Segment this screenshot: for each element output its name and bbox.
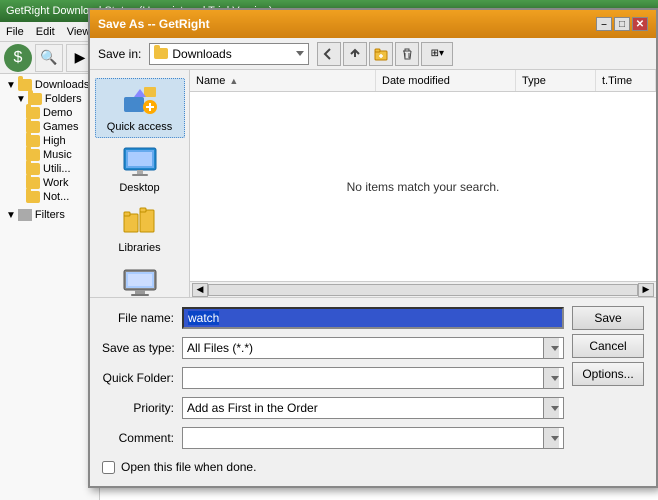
filename-row: File name: (102, 306, 564, 330)
priority-value: Add as First in the Order (187, 401, 543, 415)
dialog-titlebar: Save As -- GetRight – □ ✕ (90, 10, 656, 38)
file-list: Name ▲ Date modified Type t.Time No item… (190, 70, 656, 297)
comment-label: Comment: (102, 431, 182, 445)
saveastype-value: All Files (*.*) (187, 341, 543, 355)
empty-message: No items match your search. (347, 180, 500, 194)
libraries-icon (122, 206, 158, 240)
tree-games[interactable]: Games (4, 120, 95, 134)
options-button[interactable]: Options... (572, 362, 644, 386)
maximize-button[interactable]: □ (614, 17, 630, 31)
col-name-header[interactable]: Name ▲ (190, 70, 376, 91)
new-folder-button[interactable] (369, 42, 393, 66)
tree-music[interactable]: Music (4, 148, 95, 162)
comment-dropdown[interactable] (182, 427, 564, 449)
dialog-title: Save As -- GetRight (98, 17, 210, 31)
saveastype-label: Save as type: (102, 341, 182, 355)
tree-filters[interactable]: ▼ Filters (4, 208, 95, 222)
priority-row: Priority: Add as First in the Order (102, 396, 564, 420)
priority-label: Priority: (102, 401, 182, 415)
cancel-button[interactable]: Cancel (572, 334, 644, 358)
nav-up-button[interactable] (343, 42, 367, 66)
scroll-left-button[interactable]: ◀ (192, 283, 208, 297)
file-list-header: Name ▲ Date modified Type t.Time (190, 70, 656, 92)
dialog-toolbar: Save in: Downloads (90, 38, 656, 70)
quickfolder-label: Quick Folder: (102, 371, 182, 385)
quick-access-sidebar: Quick access Desktop (90, 70, 190, 297)
checkbox-row: Open this file when done. (102, 456, 644, 478)
horizontal-scrollbar[interactable]: ◀ ▶ (190, 281, 656, 297)
tree-high[interactable]: High (4, 134, 95, 148)
quickfolder-arrow-icon[interactable] (543, 368, 559, 388)
minimize-button[interactable]: – (596, 17, 612, 31)
sort-arrow-icon: ▲ (229, 76, 238, 86)
close-button[interactable]: ✕ (632, 17, 648, 31)
sidebar-item-quick-access[interactable]: Quick access (95, 78, 185, 138)
quickfolder-row: Quick Folder: (102, 366, 564, 390)
savein-folder-icon (154, 48, 168, 59)
libraries-label: Libraries (118, 242, 160, 254)
priority-dropdown[interactable]: Add as First in the Order (182, 397, 564, 419)
tree-work[interactable]: Work (4, 176, 95, 190)
savein-value: Downloads (172, 47, 292, 61)
sidebar-item-this-pc[interactable]: This PC (95, 262, 185, 297)
tree-demo[interactable]: Demo (4, 106, 95, 120)
toolbar-icon-1[interactable]: $ (4, 44, 32, 72)
bg-sidebar: ▼ Downloads ▼ Folders Demo Games High (0, 74, 100, 500)
tree-not[interactable]: Not... (4, 190, 95, 204)
file-list-body: No items match your search. (190, 92, 656, 281)
menu-view[interactable]: View (67, 26, 91, 38)
toolbar-icon-2[interactable]: 🔍 (35, 44, 63, 72)
dialog-main: Quick access Desktop (90, 70, 656, 297)
open-when-done-label[interactable]: Open this file when done. (121, 460, 256, 474)
form-with-buttons: File name: Save as type: All Files (*.*) (102, 306, 644, 456)
quickfolder-dropdown[interactable] (182, 367, 564, 389)
open-when-done-checkbox[interactable] (102, 461, 115, 474)
saveastype-dropdown[interactable]: All Files (*.*) (182, 337, 564, 359)
save-button[interactable]: Save (572, 306, 644, 330)
savein-arrow-icon (296, 51, 304, 56)
tree-downloads[interactable]: ▼ Downloads (4, 78, 95, 92)
quick-access-icon (120, 83, 160, 119)
form-buttons: Save Cancel Options... (572, 306, 644, 386)
saveastype-arrow-icon[interactable] (543, 338, 559, 358)
comment-arrow-icon[interactable] (543, 428, 559, 448)
filename-input[interactable] (182, 307, 564, 329)
saveastype-row: Save as type: All Files (*.*) (102, 336, 564, 360)
view-button[interactable]: ⊞▾ (421, 42, 453, 66)
menu-file[interactable]: File (6, 26, 24, 38)
savein-dropdown[interactable]: Downloads (149, 43, 309, 65)
save-as-dialog: Save As -- GetRight – □ ✕ Save in: Downl… (88, 8, 658, 488)
comment-row: Comment: (102, 426, 564, 450)
col-date-header[interactable]: Date modified (376, 70, 516, 91)
desktop-icon (122, 146, 158, 180)
dialog-form: File name: Save as type: All Files (*.*) (90, 297, 656, 486)
sidebar-item-desktop[interactable]: Desktop (95, 142, 185, 198)
menu-edit[interactable]: Edit (36, 26, 55, 38)
nav-back-button[interactable] (317, 42, 341, 66)
filename-label: File name: (102, 311, 182, 325)
delete-button[interactable] (395, 42, 419, 66)
scrollbar-track[interactable] (208, 284, 638, 296)
scroll-right-button[interactable]: ▶ (638, 283, 654, 297)
priority-arrow-icon[interactable] (543, 398, 559, 418)
desktop-label: Desktop (119, 182, 159, 194)
col-time-header[interactable]: t.Time (596, 70, 656, 91)
titlebar-buttons: – □ ✕ (596, 17, 648, 31)
tree-folders[interactable]: ▼ Folders (4, 92, 95, 106)
sidebar-item-libraries[interactable]: Libraries (95, 202, 185, 258)
quick-access-label: Quick access (107, 121, 172, 133)
savein-label: Save in: (98, 47, 141, 61)
this-pc-icon (121, 266, 159, 297)
form-rows: File name: Save as type: All Files (*.*) (102, 306, 564, 456)
tree-utili[interactable]: Utili... (4, 162, 95, 176)
col-type-header[interactable]: Type (516, 70, 596, 91)
